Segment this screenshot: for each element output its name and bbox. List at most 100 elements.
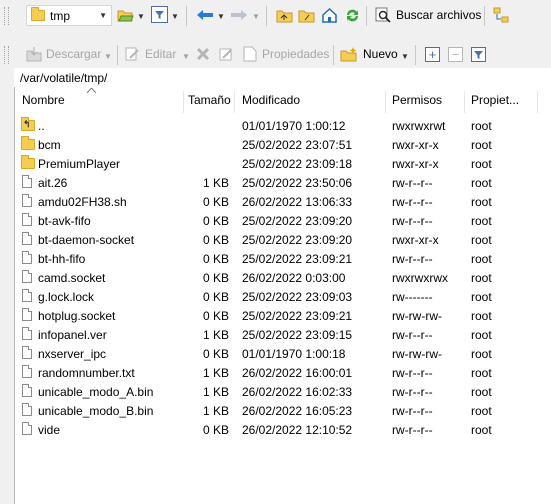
rename-icon[interactable]: [218, 46, 234, 62]
file-modified: 25/02/2022 23:09:15: [242, 328, 353, 342]
file-row[interactable]: unicable_modo_A.bin 1 KB 26/02/2022 16:02:…: [15, 382, 551, 401]
refresh-icon[interactable]: [343, 6, 361, 24]
file-name: g.lock.lock: [38, 290, 95, 304]
chevron-down-icon[interactable]: ▼: [217, 12, 225, 21]
file-size: 0 KB: [202, 347, 229, 361]
new-button[interactable]: Nuevo: [363, 47, 398, 61]
find-files-icon[interactable]: [374, 6, 392, 24]
file-icon: [22, 403, 32, 416]
file-size: 0 KB: [202, 309, 229, 323]
file-icon: [22, 308, 32, 321]
location-combo[interactable]: tmp ▼: [26, 5, 112, 26]
file-size: 1 KB: [202, 385, 229, 399]
file-row[interactable]: amdu02FH38.sh 0 KB 26/02/2022 13:06:33 rw-r…: [15, 192, 551, 211]
current-path: /var/volatile/tmp/: [20, 71, 108, 85]
file-row[interactable]: ↰.. 01/01/1970 1:00:12 rwxrwxrwt root: [15, 116, 551, 135]
select-plus-icon[interactable]: +: [425, 47, 440, 62]
file-name: unicable_modo_A.bin: [38, 385, 154, 399]
column-header-modified[interactable]: Modificado: [242, 93, 300, 107]
chevron-down-icon[interactable]: ▼: [252, 12, 260, 21]
list-header: Nombre Tamaño Modificado Permisos Propie…: [15, 87, 551, 115]
file-modified: 26/02/2022 12:10:52: [242, 423, 353, 437]
file-icon: [22, 289, 32, 302]
folder-icon: [21, 136, 35, 153]
delete-icon[interactable]: [195, 46, 211, 62]
column-header-owner[interactable]: Propiet...: [471, 93, 519, 107]
file-modified: 26/02/2022 0:03:00: [242, 271, 346, 285]
file-owner: root: [471, 233, 492, 247]
new-folder-icon: [340, 46, 358, 62]
filter-icon[interactable]: [151, 6, 168, 23]
chevron-down-icon[interactable]: ▼: [137, 12, 145, 21]
chevron-down-icon[interactable]: ▼: [171, 12, 179, 21]
file-row[interactable]: ait.26 1 KB 25/02/2022 23:50:06 rw-r--r-- ro…: [15, 173, 551, 192]
root-folder-icon[interactable]: [297, 6, 315, 24]
file-row[interactable]: nxserver_ipc 0 KB 01/01/1970 1:00:18 rw-rw-…: [15, 344, 551, 363]
toolbar-grip[interactable]: [4, 46, 9, 64]
file-row[interactable]: randomnumber.txt 1 KB 26/02/2022 16:00:01 r…: [15, 363, 551, 382]
file-owner: root: [471, 290, 492, 304]
chevron-down-icon[interactable]: ▼: [401, 52, 409, 61]
file-permissions: rw-r--r--: [392, 423, 433, 437]
file-row[interactable]: hotplug.socket 0 KB 25/02/2022 23:09:21 rw-…: [15, 306, 551, 325]
file-name: randomnumber.txt: [38, 366, 135, 380]
file-icon: [22, 384, 32, 397]
file-row[interactable]: infopanel.ver 1 KB 25/02/2022 23:09:15 rw-r…: [15, 325, 551, 344]
file-permissions: rw-r--r--: [392, 214, 433, 228]
file-permissions: rwxr-xr-x: [392, 233, 439, 247]
file-modified: 01/01/1970 1:00:18: [242, 347, 346, 361]
forward-arrow-icon[interactable]: [229, 6, 249, 24]
file-owner: root: [471, 366, 492, 380]
file-icon: [22, 232, 32, 245]
file-icon: [22, 270, 32, 283]
chevron-down-icon[interactable]: ▼: [99, 11, 107, 20]
home-icon[interactable]: [320, 6, 338, 24]
toolbar-grip[interactable]: [4, 7, 9, 25]
file-modified: 26/02/2022 16:02:33: [242, 385, 353, 399]
column-header-name[interactable]: Nombre: [22, 93, 65, 107]
download-icon: [26, 46, 42, 62]
file-modified: 25/02/2022 23:09:18: [242, 157, 353, 171]
file-name: ait.26: [38, 176, 68, 190]
file-permissions: rw-r--r--: [392, 252, 433, 266]
column-header-size[interactable]: Tamaño: [188, 93, 231, 107]
filter-mask-icon[interactable]: [471, 47, 486, 62]
file-row[interactable]: unicable_modo_B.bin 1 KB 26/02/2022 16:05:…: [15, 401, 551, 420]
file-row[interactable]: camd.socket 0 KB 26/02/2022 0:03:00 rwxrwxr…: [15, 268, 551, 287]
file-name: amdu02FH38.sh: [38, 195, 127, 209]
file-name: bt-avk-fifo: [38, 214, 91, 228]
file-modified: 25/02/2022 23:09:21: [242, 252, 353, 266]
chevron-down-icon[interactable]: ▼: [182, 52, 190, 61]
file-row[interactable]: bt-daemon-socket 0 KB 25/02/2022 23:09:20 r…: [15, 230, 551, 249]
edit-button[interactable]: Editar: [145, 47, 176, 61]
file-permissions: rw-r--r--: [392, 328, 433, 342]
file-size: 0 KB: [202, 271, 229, 285]
back-arrow-icon[interactable]: [195, 6, 215, 24]
file-permissions: rw-rw-rw-: [392, 309, 442, 323]
find-files-button[interactable]: Buscar archivos: [396, 8, 481, 22]
file-owner: root: [471, 423, 492, 437]
chevron-down-icon[interactable]: ▼: [104, 52, 112, 61]
parent-folder-icon[interactable]: [275, 6, 293, 24]
properties-button[interactable]: Propiedades: [262, 47, 329, 61]
column-header-permissions[interactable]: Permisos: [392, 93, 442, 107]
file-owner: root: [471, 138, 492, 152]
file-icon: [22, 327, 32, 340]
file-row[interactable]: bt-avk-fifo 0 KB 25/02/2022 23:09:20 rw-r--…: [15, 211, 551, 230]
path-bar[interactable]: /var/volatile/tmp/: [14, 68, 551, 88]
file-row[interactable]: PremiumPlayer 25/02/2022 23:09:18 rwxr-xr-…: [15, 154, 551, 173]
file-row[interactable]: bcm 25/02/2022 23:07:51 rwxr-xr-x root: [15, 135, 551, 154]
parent-folder-icon: ↰: [21, 117, 35, 134]
open-folder-icon[interactable]: [117, 6, 135, 24]
deselect-minus-icon[interactable]: −: [448, 47, 463, 62]
file-name: hotplug.socket: [38, 309, 116, 323]
file-list[interactable]: Nombre Tamaño Modificado Permisos Propie…: [15, 87, 551, 504]
synchronize-icon[interactable]: [492, 6, 510, 24]
file-permissions: rw-r--r--: [392, 176, 433, 190]
file-icon: [22, 175, 32, 188]
download-button[interactable]: Descargar: [46, 47, 101, 61]
file-row[interactable]: g.lock.lock 0 KB 25/02/2022 23:09:03 rw----…: [15, 287, 551, 306]
file-row[interactable]: vide 0 KB 26/02/2022 12:10:52 rw-r--r-- root: [15, 420, 551, 439]
file-row[interactable]: bt-hh-fifo 0 KB 25/02/2022 23:09:21 rw-r--r…: [15, 249, 551, 268]
file-owner: root: [471, 271, 492, 285]
